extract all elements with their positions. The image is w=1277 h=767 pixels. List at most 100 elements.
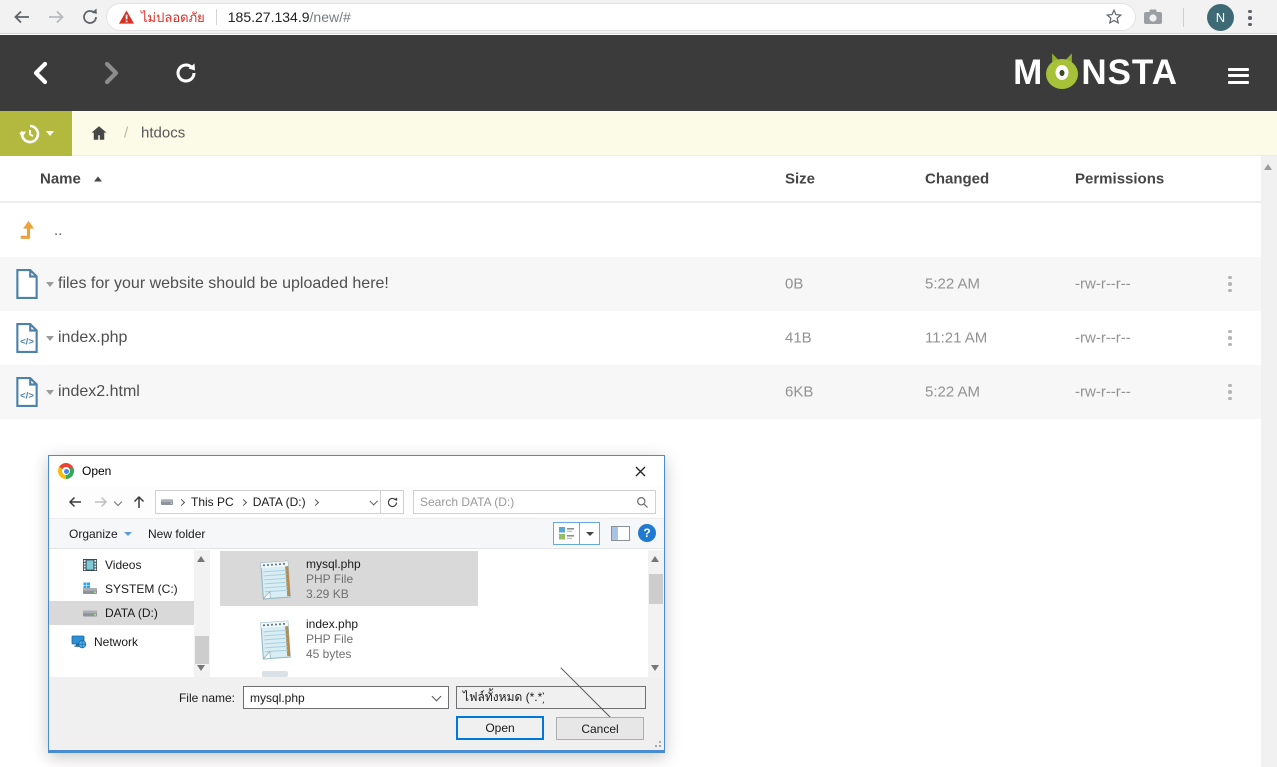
file-menu-caret-icon[interactable] xyxy=(46,282,54,287)
scroll-up-icon[interactable] xyxy=(1264,164,1272,170)
svg-text:</>: </> xyxy=(20,336,34,347)
chrome-logo-icon xyxy=(58,463,74,479)
table-row[interactable]: files for your website should be uploade… xyxy=(0,257,1261,311)
preview-pane-button[interactable] xyxy=(611,526,630,541)
file-type-combobox[interactable]: ไฟล์ทั้งหมด (*.*) xyxy=(456,686,646,709)
monsta-back-button[interactable] xyxy=(30,61,54,85)
file-code-icon: </> xyxy=(14,377,40,407)
sidebar-item-videos[interactable]: Videos xyxy=(49,553,194,577)
file-code-icon: </> xyxy=(14,323,40,353)
file-list-scrollbar[interactable] xyxy=(648,550,664,677)
open-button[interactable]: Open xyxy=(456,716,544,740)
dialog-file-list: mysql.php PHP File 3.29 KB xyxy=(210,550,648,677)
dialog-search-box[interactable] xyxy=(413,490,656,514)
sidebar-item-system-c[interactable]: SYSTEM (C:) xyxy=(49,577,194,601)
preview-pane-icon xyxy=(612,527,618,540)
table-row[interactable]: </> index2.html 6KB 5:22 AM -rw-r--r-- xyxy=(0,365,1261,419)
breadcrumb-segment-htdocs[interactable]: htdocs xyxy=(141,125,185,142)
scroll-down-icon[interactable] xyxy=(197,665,205,671)
address-bar[interactable]: ไม่ปลอดภัย 185.27.134.9/new/# xyxy=(106,3,1136,31)
bookmark-star-icon[interactable] xyxy=(1105,8,1123,26)
dialog-refresh-button[interactable] xyxy=(381,490,404,514)
refresh-icon xyxy=(386,496,399,509)
monsta-forward-button[interactable] xyxy=(100,61,124,85)
view-mode-split-button[interactable] xyxy=(553,522,600,545)
scrollbar-thumb[interactable] xyxy=(195,636,209,664)
open-file-dialog: Open This PC DATA (D:) xyxy=(48,455,665,753)
file-tile-index-php[interactable]: index.php PHP File 45 bytes xyxy=(220,611,478,666)
help-button[interactable]: ? xyxy=(638,524,656,542)
address-segment-data-d[interactable]: DATA (D:) xyxy=(253,495,306,509)
recent-locations-chevron-icon[interactable] xyxy=(114,498,122,506)
file-tile-mysql-php[interactable]: mysql.php PHP File 3.29 KB xyxy=(220,551,478,606)
dialog-address-bar[interactable]: This PC DATA (D:) xyxy=(155,490,381,514)
hamburger-menu-icon[interactable] xyxy=(1228,64,1249,87)
scroll-up-icon[interactable] xyxy=(197,556,205,562)
file-name[interactable]: files for your website should be uploade… xyxy=(58,275,389,293)
column-header-changed[interactable]: Changed xyxy=(925,170,989,187)
search-icon xyxy=(636,496,649,509)
view-mode-dropdown[interactable] xyxy=(579,522,600,545)
row-menu-icon[interactable] xyxy=(1228,274,1232,294)
resize-grip-icon[interactable] xyxy=(651,737,661,747)
dialog-up-button[interactable] xyxy=(131,494,147,510)
page-scrollbar[interactable] xyxy=(1261,156,1277,767)
browser-forward-icon[interactable] xyxy=(46,7,66,27)
table-row[interactable]: </> index.php 41B 11:21 AM -rw-r--r-- xyxy=(0,311,1261,365)
screen: ไม่ปลอดภัย 185.27.134.9/new/# N M xyxy=(0,0,1277,767)
file-permissions: -rw-r--r-- xyxy=(1075,384,1131,401)
new-folder-button[interactable]: New folder xyxy=(148,527,205,541)
file-changed: 5:22 AM xyxy=(925,276,980,293)
address-dropdown-chevron-icon[interactable] xyxy=(369,497,377,505)
scroll-down-icon[interactable] xyxy=(651,665,659,671)
file-name-input[interactable] xyxy=(244,691,427,705)
sidebar-scrollbar[interactable] xyxy=(194,550,210,677)
sidebar-item-data-d[interactable]: DATA (D:) xyxy=(49,601,194,625)
dialog-title-bar[interactable]: Open xyxy=(49,456,664,486)
file-menu-caret-icon[interactable] xyxy=(46,390,54,395)
file-menu-caret-icon[interactable] xyxy=(46,336,54,341)
organize-label: Organize xyxy=(69,527,118,541)
scrollbar-thumb[interactable] xyxy=(649,574,663,604)
dialog-forward-button[interactable] xyxy=(93,494,109,510)
column-header-size[interactable]: Size xyxy=(785,170,815,187)
file-name-combobox[interactable] xyxy=(243,686,449,709)
omnibox-separator xyxy=(216,9,217,25)
search-input[interactable] xyxy=(420,495,636,509)
view-mode-button[interactable] xyxy=(553,522,580,545)
dialog-back-button[interactable] xyxy=(67,494,83,510)
dialog-sidebar: Videos SYSTEM (C:) DATA (D:) Network xyxy=(49,550,194,677)
cancel-button[interactable]: Cancel xyxy=(556,717,644,740)
camera-extension-icon[interactable] xyxy=(1143,8,1163,26)
organize-button[interactable]: Organize xyxy=(69,527,132,541)
scroll-up-icon[interactable] xyxy=(651,556,659,562)
chevron-down-icon xyxy=(124,532,132,536)
dialog-close-button[interactable] xyxy=(625,459,655,483)
chevron-down-icon xyxy=(46,131,54,136)
monsta-refresh-button[interactable] xyxy=(174,61,198,85)
file-type-value: ไฟล์ทั้งหมด (*.*) xyxy=(457,688,544,707)
up-directory-icon xyxy=(18,219,40,241)
browser-back-icon[interactable] xyxy=(12,7,32,27)
browser-menu-icon[interactable] xyxy=(1248,8,1252,28)
row-menu-icon[interactable] xyxy=(1228,328,1232,348)
drive-icon xyxy=(160,496,174,508)
file-name[interactable]: index2.html xyxy=(58,383,140,401)
breadcrumb-chevron-icon xyxy=(178,498,185,505)
column-header-permissions[interactable]: Permissions xyxy=(1075,170,1164,187)
file-tile-name: index.php xyxy=(306,617,358,631)
file-name[interactable]: index.php xyxy=(58,329,127,347)
security-warning-label[interactable]: ไม่ปลอดภัย xyxy=(141,7,205,28)
browser-reload-icon[interactable] xyxy=(80,7,100,27)
column-header-name[interactable]: Name xyxy=(40,170,81,187)
home-breadcrumb-icon[interactable] xyxy=(90,124,108,142)
history-icon xyxy=(18,122,42,146)
history-dropdown-button[interactable] xyxy=(0,111,72,156)
address-segment-this-pc[interactable]: This PC xyxy=(191,495,234,509)
row-menu-icon[interactable] xyxy=(1228,382,1232,402)
combo-chevron-icon[interactable] xyxy=(432,691,442,701)
sidebar-item-network[interactable]: Network xyxy=(49,630,194,654)
table-row-parent-dir[interactable]: .. xyxy=(0,203,1261,257)
monsta-logo: M NSTA xyxy=(1013,53,1178,93)
avatar[interactable]: N xyxy=(1207,4,1234,31)
